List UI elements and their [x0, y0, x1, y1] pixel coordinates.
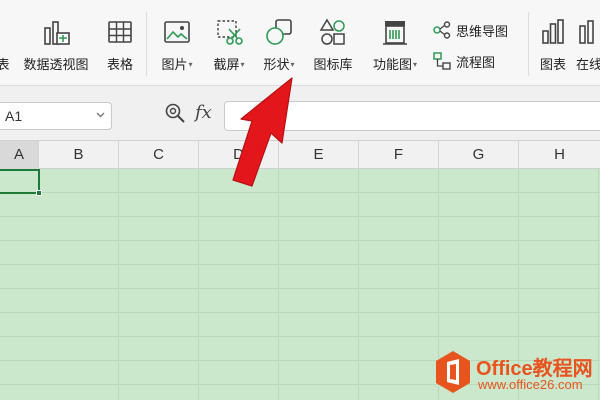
table-button[interactable]: 表格 — [100, 0, 140, 86]
function-chart-icon — [379, 16, 411, 48]
ribbon-label: 图标库 — [313, 58, 353, 73]
fill-handle[interactable] — [36, 190, 42, 196]
ribbon-separator — [146, 12, 147, 76]
ribbon-label: 图表 — [539, 58, 566, 73]
formula-input[interactable] — [224, 101, 600, 131]
icon-library-icon — [317, 16, 349, 48]
dropdown-caret-icon: ▾ — [240, 60, 245, 69]
dropdown-caret-icon: ▾ — [290, 60, 295, 69]
ribbon-label: 图片 — [161, 58, 188, 73]
pivot-chart-button[interactable]: 数据透视图 — [16, 0, 96, 86]
watermark: Office教程网 www.office26.com — [434, 350, 600, 396]
ribbon-label: 形状 — [263, 58, 290, 73]
picture-icon — [161, 16, 193, 48]
bar-chart-icon — [537, 16, 569, 48]
insert-function-button[interactable]: fx — [195, 102, 212, 123]
shapes-icon — [263, 16, 295, 48]
ribbon-item-partial[interactable]: 表 — [0, 0, 10, 86]
column-header-d[interactable]: D — [199, 141, 279, 169]
dropdown-caret-icon: ▾ — [413, 60, 418, 69]
function-chart-button[interactable]: 功能图▾ — [365, 0, 425, 86]
ribbon-label: 在线 — [576, 58, 600, 73]
column-header-row: A B C D E F G H — [0, 141, 600, 169]
name-box[interactable]: A1 — [0, 102, 112, 130]
ribbon-label: 表 — [0, 58, 10, 73]
flowchart-button[interactable]: 流程图 — [432, 50, 495, 72]
active-cell-a1[interactable] — [0, 169, 42, 196]
table-icon — [104, 16, 136, 48]
pivot-chart-icon — [40, 16, 72, 48]
ribbon-label: 流程图 — [456, 55, 496, 71]
column-header-g[interactable]: G — [439, 141, 519, 169]
cell-reference: A1 — [5, 108, 23, 124]
ribbon-toolbar: 表 数据透视图 表格 图片▾ 截屏▾ 形状▾ 图标库 功能图▾ 思维导图 流程图… — [0, 0, 600, 86]
screenshot-button[interactable]: 截屏▾ — [206, 0, 252, 86]
mind-map-icon — [433, 21, 451, 39]
watermark-url: www.office26.com — [478, 377, 583, 392]
column-header-e[interactable]: E — [279, 141, 359, 169]
office-logo-icon — [436, 351, 470, 393]
ribbon-separator — [528, 12, 529, 76]
shapes-button[interactable]: 形状▾ — [256, 0, 302, 86]
ribbon-label: 思维导图 — [456, 24, 509, 40]
column-header-f[interactable]: F — [359, 141, 439, 169]
dropdown-caret-icon: ▾ — [188, 60, 193, 69]
picture-button[interactable]: 图片▾ — [153, 0, 201, 86]
online-button-partial[interactable]: 在线 — [576, 0, 600, 86]
online-icon — [576, 16, 600, 48]
zoom-icon[interactable] — [164, 102, 186, 124]
ribbon-label: 表格 — [106, 58, 133, 73]
column-header-c[interactable]: C — [119, 141, 199, 169]
column-header-h[interactable]: H — [519, 141, 600, 169]
ribbon-label: 功能图 — [372, 58, 412, 73]
flowchart-icon — [433, 52, 451, 70]
mind-map-button[interactable]: 思维导图 — [432, 19, 508, 41]
column-header-b[interactable]: B — [39, 141, 119, 169]
scissors-icon — [213, 16, 245, 48]
ribbon-label: 数据透视图 — [23, 58, 89, 73]
icon-library-button[interactable]: 图标库 — [306, 0, 360, 86]
column-header-a[interactable]: A — [0, 141, 39, 169]
chart-button[interactable]: 图表 — [534, 0, 572, 86]
ribbon-label: 截屏 — [213, 58, 240, 73]
chevron-down-icon — [96, 112, 105, 118]
